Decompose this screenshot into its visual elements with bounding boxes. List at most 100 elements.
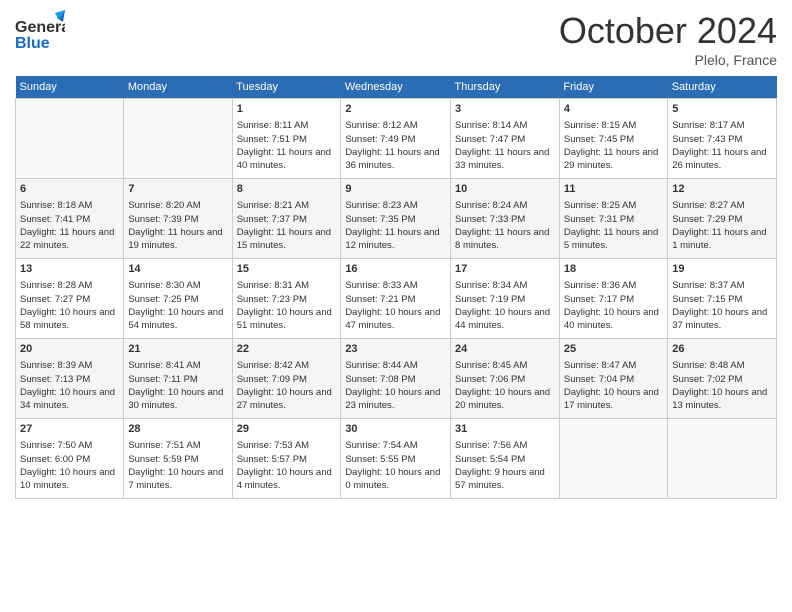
sunset-text: Sunset: 7:23 PM bbox=[237, 293, 337, 306]
calendar-table: Sunday Monday Tuesday Wednesday Thursday… bbox=[15, 76, 777, 499]
daylight-text: Daylight: 11 hours and 5 minutes. bbox=[564, 226, 663, 253]
day-number: 3 bbox=[455, 102, 555, 117]
daylight-text: Daylight: 10 hours and 47 minutes. bbox=[345, 306, 446, 333]
week-row-1: 1Sunrise: 8:11 AMSunset: 7:51 PMDaylight… bbox=[16, 99, 777, 179]
sunrise-text: Sunrise: 7:53 AM bbox=[237, 439, 337, 452]
daylight-text: Daylight: 11 hours and 40 minutes. bbox=[237, 146, 337, 173]
daylight-text: Daylight: 10 hours and 23 minutes. bbox=[345, 386, 446, 413]
sunset-text: Sunset: 7:45 PM bbox=[564, 133, 663, 146]
sunrise-text: Sunrise: 8:17 AM bbox=[672, 119, 772, 132]
sunrise-text: Sunrise: 8:44 AM bbox=[345, 359, 446, 372]
sunset-text: Sunset: 7:06 PM bbox=[455, 373, 555, 386]
cell-day-22: 22Sunrise: 8:42 AMSunset: 7:09 PMDayligh… bbox=[232, 339, 341, 419]
cell-day-empty bbox=[124, 99, 232, 179]
daylight-text: Daylight: 11 hours and 22 minutes. bbox=[20, 226, 119, 253]
cell-day-21: 21 Sunrise: 8:41 AMSunset: 7:11 PMDayligh… bbox=[124, 339, 232, 419]
sunrise-text: Sunrise: 8:25 AM bbox=[564, 199, 663, 212]
sunset-text: Sunset: 5:54 PM bbox=[455, 453, 555, 466]
col-wednesday: Wednesday bbox=[341, 76, 451, 99]
cell-day-6: 6Sunrise: 8:18 AMSunset: 7:41 PMDaylight… bbox=[16, 179, 124, 259]
week-row-5: 27Sunrise: 7:50 AMSunset: 6:00 PMDayligh… bbox=[16, 419, 777, 499]
sunset-text: Sunset: 5:57 PM bbox=[237, 453, 337, 466]
logo: General Blue bbox=[15, 10, 65, 55]
day-number: 27 bbox=[20, 422, 119, 437]
day-number: 30 bbox=[345, 422, 446, 437]
sunset-text: Sunset: 5:55 PM bbox=[345, 453, 446, 466]
day-number: 13 bbox=[20, 262, 119, 277]
cell-day-13: 13Sunrise: 8:28 AMSunset: 7:27 PMDayligh… bbox=[16, 259, 124, 339]
sunset-text: Sunset: 7:27 PM bbox=[20, 293, 119, 306]
day-number: 22 bbox=[237, 342, 337, 357]
daylight-text: Daylight: 10 hours and 30 minutes. bbox=[128, 386, 227, 413]
sunrise-text: Sunrise: 7:51 AM bbox=[128, 439, 227, 452]
cell-day-11: 11Sunrise: 8:25 AMSunset: 7:31 PMDayligh… bbox=[559, 179, 667, 259]
svg-text:Blue: Blue bbox=[15, 35, 50, 52]
sunset-text: Sunset: 7:25 PM bbox=[128, 293, 227, 306]
daylight-text: Daylight: 10 hours and 51 minutes. bbox=[237, 306, 337, 333]
day-number: 14 bbox=[128, 262, 227, 277]
sunset-text: Sunset: 7:15 PM bbox=[672, 293, 772, 306]
day-number: 21 bbox=[128, 342, 227, 357]
col-friday: Friday bbox=[559, 76, 667, 99]
daylight-text: Daylight: 11 hours and 15 minutes. bbox=[237, 226, 337, 253]
day-number: 9 bbox=[345, 182, 446, 197]
sunrise-text: Sunrise: 8:36 AM bbox=[564, 279, 663, 292]
sunrise-text: Sunrise: 7:50 AM bbox=[20, 439, 119, 452]
daylight-text: Daylight: 9 hours and 57 minutes. bbox=[455, 466, 555, 493]
sunset-text: Sunset: 7:51 PM bbox=[237, 133, 337, 146]
daylight-text: Daylight: 10 hours and 34 minutes. bbox=[20, 386, 119, 413]
day-number: 7 bbox=[128, 182, 227, 197]
sunset-text: Sunset: 7:11 PM bbox=[128, 373, 227, 386]
sunrise-text: Sunrise: 8:47 AM bbox=[564, 359, 663, 372]
col-thursday: Thursday bbox=[451, 76, 560, 99]
daylight-text: Daylight: 11 hours and 8 minutes. bbox=[455, 226, 555, 253]
cell-day-31: 31Sunrise: 7:56 AMSunset: 5:54 PMDayligh… bbox=[451, 419, 560, 499]
sunrise-text: Sunrise: 8:41 AM bbox=[128, 359, 227, 372]
day-number: 25 bbox=[564, 342, 663, 357]
month-title: October 2024 bbox=[559, 10, 777, 52]
sunset-text: Sunset: 7:19 PM bbox=[455, 293, 555, 306]
sunrise-text: Sunrise: 8:18 AM bbox=[20, 199, 119, 212]
sunrise-text: Sunrise: 8:15 AM bbox=[564, 119, 663, 132]
daylight-text: Daylight: 10 hours and 13 minutes. bbox=[672, 386, 772, 413]
sunset-text: Sunset: 7:02 PM bbox=[672, 373, 772, 386]
cell-day-25: 25Sunrise: 8:47 AMSunset: 7:04 PMDayligh… bbox=[559, 339, 667, 419]
daylight-text: Daylight: 10 hours and 58 minutes. bbox=[20, 306, 119, 333]
header: General Blue October 2024 Plelo, France bbox=[15, 10, 777, 68]
col-saturday: Saturday bbox=[668, 76, 777, 99]
cell-day-28: 28Sunrise: 7:51 AMSunset: 5:59 PMDayligh… bbox=[124, 419, 232, 499]
day-number: 26 bbox=[672, 342, 772, 357]
sunrise-text: Sunrise: 8:34 AM bbox=[455, 279, 555, 292]
sunrise-text: Sunrise: 8:39 AM bbox=[20, 359, 119, 372]
page: General Blue October 2024 Plelo, France … bbox=[0, 0, 792, 612]
col-monday: Monday bbox=[124, 76, 232, 99]
cell-day-26: 26Sunrise: 8:48 AMSunset: 7:02 PMDayligh… bbox=[668, 339, 777, 419]
cell-day-3: 3Sunrise: 8:14 AMSunset: 7:47 PMDaylight… bbox=[451, 99, 560, 179]
cell-day-5: 5Sunrise: 8:17 AMSunset: 7:43 PMDaylight… bbox=[668, 99, 777, 179]
day-number: 18 bbox=[564, 262, 663, 277]
day-number: 1 bbox=[237, 102, 337, 117]
daylight-text: Daylight: 11 hours and 26 minutes. bbox=[672, 146, 772, 173]
week-row-3: 13Sunrise: 8:28 AMSunset: 7:27 PMDayligh… bbox=[16, 259, 777, 339]
daylight-text: Daylight: 10 hours and 17 minutes. bbox=[564, 386, 663, 413]
day-number: 29 bbox=[237, 422, 337, 437]
cell-day-29: 29Sunrise: 7:53 AMSunset: 5:57 PMDayligh… bbox=[232, 419, 341, 499]
cell-day-2: 2Sunrise: 8:12 AMSunset: 7:49 PMDaylight… bbox=[341, 99, 451, 179]
col-sunday: Sunday bbox=[16, 76, 124, 99]
daylight-text: Daylight: 10 hours and 7 minutes. bbox=[128, 466, 227, 493]
day-number: 6 bbox=[20, 182, 119, 197]
daylight-text: Daylight: 10 hours and 37 minutes. bbox=[672, 306, 772, 333]
day-number: 28 bbox=[128, 422, 227, 437]
svg-text:General: General bbox=[15, 19, 65, 36]
sunset-text: Sunset: 7:43 PM bbox=[672, 133, 772, 146]
daylight-text: Daylight: 10 hours and 0 minutes. bbox=[345, 466, 446, 493]
cell-day-16: 16Sunrise: 8:33 AMSunset: 7:21 PMDayligh… bbox=[341, 259, 451, 339]
sunrise-text: Sunrise: 8:31 AM bbox=[237, 279, 337, 292]
logo-icon: General Blue bbox=[15, 10, 65, 55]
cell-day-30: 30Sunrise: 7:54 AMSunset: 5:55 PMDayligh… bbox=[341, 419, 451, 499]
sunrise-text: Sunrise: 8:20 AM bbox=[128, 199, 227, 212]
sunset-text: Sunset: 7:17 PM bbox=[564, 293, 663, 306]
day-number: 8 bbox=[237, 182, 337, 197]
sunrise-text: Sunrise: 7:56 AM bbox=[455, 439, 555, 452]
day-number: 17 bbox=[455, 262, 555, 277]
